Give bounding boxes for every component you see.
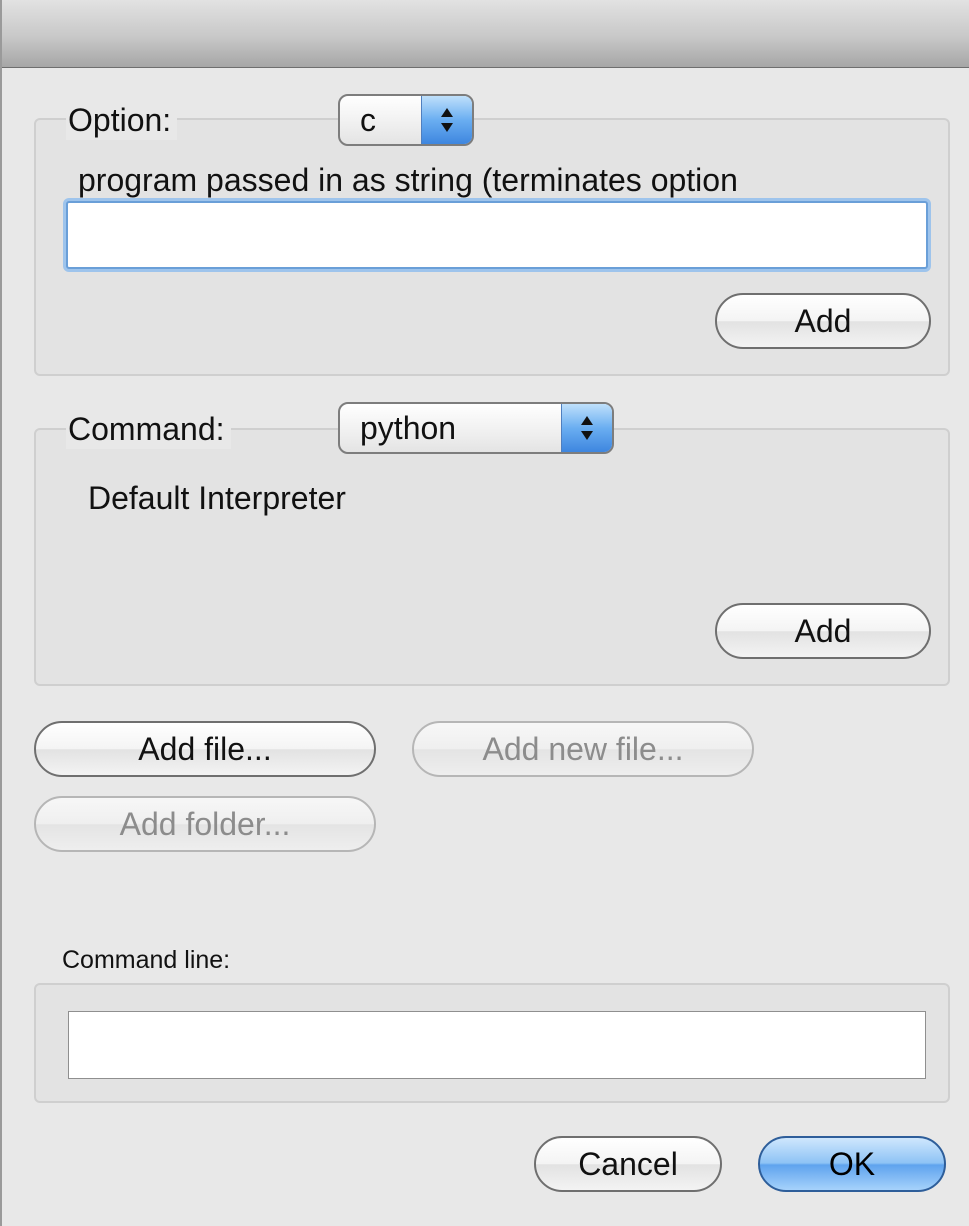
cancel-button[interactable]: Cancel [534,1136,722,1192]
option-label: Option: [66,100,178,140]
option-add-button[interactable]: Add [715,293,931,349]
command-label: Command: [66,409,231,449]
option-argument-input[interactable] [66,201,928,269]
up-down-arrows-icon [421,96,472,144]
add-folder-button[interactable]: Add folder... [34,796,376,852]
add-new-file-button[interactable]: Add new file... [412,721,754,777]
command-line-label: Command line: [62,946,231,974]
option-popup-value: c [360,102,376,138]
up-down-arrows-icon [561,404,612,452]
command-add-button[interactable]: Add [715,603,931,659]
command-line-field[interactable] [68,1011,926,1079]
dialog-window: Option: c program passed in as string (t… [0,0,969,1226]
command-popup[interactable]: python [338,402,614,454]
title-bar[interactable] [2,0,969,68]
ok-button[interactable]: OK [758,1136,946,1192]
command-description: Default Interpreter [88,480,346,516]
option-description: program passed in as string (terminates … [78,162,738,198]
command-popup-value: python [360,410,457,446]
option-popup[interactable]: c [338,94,474,146]
add-file-button[interactable]: Add file... [34,721,376,777]
